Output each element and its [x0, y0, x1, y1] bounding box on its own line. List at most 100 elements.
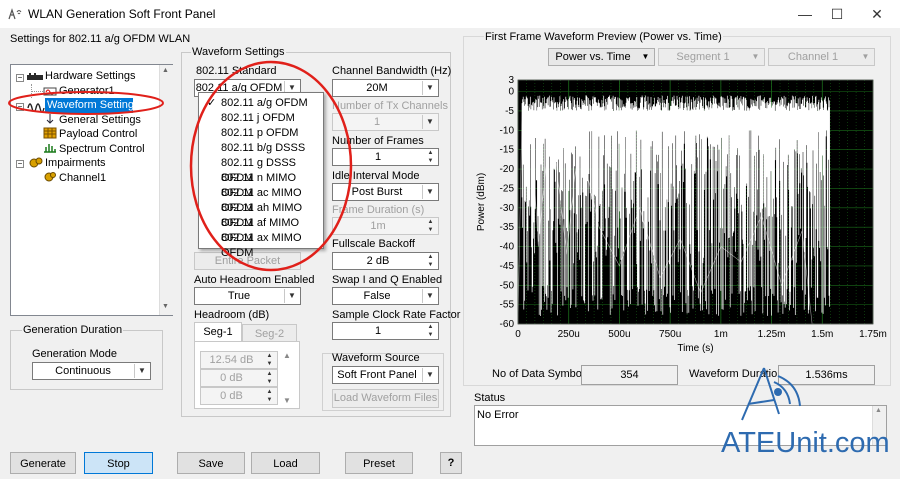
- headroom-spinner-1: 12.54 dB ▲ ▼: [200, 351, 278, 369]
- y-tick-label: -40: [500, 242, 515, 253]
- headroom-spinner-2: 0 dB ▲ ▼: [200, 369, 278, 387]
- x-tick-label: 750u: [659, 329, 681, 340]
- y-tick-label: -5: [505, 106, 514, 117]
- decrement-icon[interactable]: ▼: [424, 158, 437, 165]
- decrement-icon[interactable]: ▼: [424, 332, 437, 339]
- sample-clock-label: Sample Clock Rate Factor: [332, 309, 461, 321]
- app-icon: [8, 8, 22, 20]
- y-tick-label: -60: [500, 319, 515, 330]
- tree-item-payload-control[interactable]: Payload Control: [59, 128, 137, 140]
- tree-item-impairments[interactable]: Impairments: [45, 157, 106, 169]
- x-tick-label: 250u: [558, 329, 580, 340]
- collapse-toggle[interactable]: −: [16, 160, 24, 168]
- tab-seg-1[interactable]: Seg-1: [194, 322, 242, 342]
- y-tick-label: -50: [500, 280, 515, 291]
- decrement-icon[interactable]: ▼: [424, 262, 437, 269]
- scroll-up-icon[interactable]: ▲: [875, 407, 882, 414]
- scroll-up-icon[interactable]: ▲: [162, 67, 169, 74]
- waveform-settings-label: Waveform Settings: [191, 46, 286, 58]
- spectrum-icon: [44, 144, 56, 153]
- maximize-button[interactable]: ☐: [822, 4, 852, 24]
- x-tick-label: 1m: [714, 329, 728, 340]
- y-tick-label: -10: [500, 125, 515, 136]
- generate-button[interactable]: Generate: [10, 452, 76, 474]
- x-tick-label: 1.5m: [811, 329, 833, 340]
- preview-segment-value: Segment 1: [676, 51, 730, 63]
- scroll-up-icon[interactable]: ▲: [283, 351, 291, 360]
- ateunit-logo: [741, 367, 801, 421]
- increment-icon: ▲: [266, 353, 273, 359]
- chevron-down-icon: ▼: [422, 368, 437, 382]
- generation-duration-label: Generation Duration: [22, 324, 124, 336]
- headroom-label: Headroom (dB): [194, 309, 270, 321]
- y-tick-label: -35: [500, 222, 515, 233]
- y-tick-label: -45: [500, 261, 515, 272]
- y-tick-label: -15: [500, 145, 515, 156]
- watermark-text: ATEUnit.com: [721, 427, 890, 459]
- tab-seg-2[interactable]: Seg-2: [242, 324, 297, 342]
- chevron-down-icon: ▼: [422, 185, 437, 199]
- headroom-value-3: 0 dB: [220, 390, 243, 402]
- tree-item-spectrum-control[interactable]: Spectrum Control: [59, 143, 145, 155]
- title-bar: WLAN Generation Soft Front Panel — ☐ ✕: [0, 0, 900, 28]
- minimize-button[interactable]: —: [790, 4, 820, 24]
- tree-item-hardware-settings[interactable]: Hardware Settings: [45, 70, 136, 82]
- decrement-icon: ▼: [266, 361, 273, 367]
- swap-iq-label: Swap I and Q Enabled: [332, 274, 443, 286]
- x-tick-label: 1.75m: [859, 329, 887, 340]
- chevron-down-icon: ▼: [641, 52, 650, 61]
- payload-icon: [43, 127, 57, 139]
- stop-button[interactable]: Stop: [84, 452, 153, 474]
- impairments-icon: [29, 157, 43, 168]
- x-tick-label: 1.25m: [758, 329, 786, 340]
- headroom-spinner-3: 0 dB ▲ ▼: [200, 387, 278, 405]
- preview-view-select[interactable]: Power vs. Time ▼: [548, 48, 655, 66]
- preset-button[interactable]: Preset: [345, 452, 413, 474]
- waveform-source-label: Waveform Source: [332, 352, 420, 364]
- annotation-ellipse-dropdown: [189, 60, 353, 272]
- scroll-down-icon[interactable]: ▼: [162, 303, 169, 310]
- status-text: No Error: [477, 409, 519, 421]
- increment-icon[interactable]: ▲: [424, 254, 437, 261]
- load-button[interactable]: Load: [251, 452, 320, 474]
- settings-panel-label: Settings for 802.11 a/g OFDM WLAN: [10, 33, 191, 45]
- generation-mode-select[interactable]: Continuous ▼: [32, 362, 151, 380]
- decrement-icon: ▼: [427, 227, 434, 233]
- save-button[interactable]: Save: [177, 452, 245, 474]
- increment-icon[interactable]: ▲: [424, 324, 437, 331]
- chevron-down-icon: ▼: [422, 289, 437, 303]
- generation-duration-group: [10, 330, 163, 390]
- scroll-down-icon[interactable]: ▼: [283, 396, 291, 405]
- annotation-ellipse-tree: [8, 91, 164, 115]
- channel-icon: [44, 172, 56, 182]
- tree-item-channel1[interactable]: Channel1: [59, 172, 106, 184]
- auto-headroom-label: Auto Headroom Enabled: [194, 274, 315, 286]
- window-title: WLAN Generation Soft Front Panel: [28, 7, 216, 21]
- auto-headroom-select[interactable]: True ▼: [194, 287, 301, 305]
- close-button[interactable]: ✕: [862, 4, 892, 24]
- waveform-source-select[interactable]: Soft Front Panel ▼: [332, 366, 439, 384]
- sample-clock-spinner[interactable]: 1 ▲ ▼: [332, 322, 439, 340]
- load-waveform-files-button[interactable]: Load Waveform Files: [332, 389, 439, 408]
- sample-clock-value: 1: [374, 325, 382, 337]
- chevron-down-icon: ▼: [422, 115, 437, 129]
- x-tick-label: 0: [515, 329, 521, 340]
- y-tick-label: -30: [500, 203, 515, 214]
- collapse-toggle[interactable]: −: [16, 74, 24, 82]
- swap-iq-select[interactable]: False ▼: [332, 287, 439, 305]
- generation-mode-label: Generation Mode: [32, 348, 117, 360]
- waveform-source-value: Soft Front Panel: [337, 369, 417, 381]
- help-button[interactable]: ?: [440, 452, 462, 474]
- increment-icon[interactable]: ▲: [424, 150, 437, 157]
- generation-mode-value: Continuous: [55, 365, 111, 377]
- increment-icon: ▲: [427, 219, 434, 225]
- chevron-down-icon: ▼: [422, 81, 437, 95]
- chevron-down-icon: ▼: [751, 52, 760, 61]
- hardware-icon: [27, 73, 43, 80]
- status-label: Status: [474, 392, 506, 404]
- preview-label: First Frame Waveform Preview (Power vs. …: [484, 31, 723, 43]
- decrement-icon: ▼: [266, 379, 273, 385]
- y-tick-label: -25: [500, 183, 515, 194]
- preview-channel-select: Channel 1 ▼: [768, 48, 875, 66]
- num-symbols-label: No of Data Symbols: [492, 368, 590, 380]
